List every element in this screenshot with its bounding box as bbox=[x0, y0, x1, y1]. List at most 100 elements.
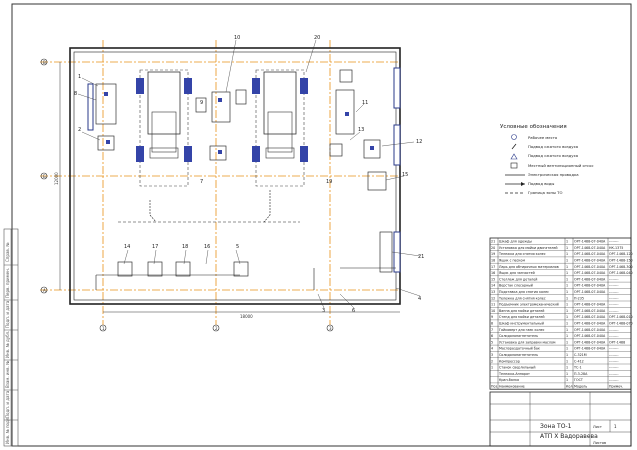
spec-note: ОРГ-1468 bbox=[609, 340, 625, 344]
spec-name: Гайковерт для гаек колес bbox=[499, 328, 545, 332]
spec-pos: 13 bbox=[491, 290, 495, 294]
callout-19: 19 bbox=[326, 179, 332, 185]
technical-drawing: Справ. № Перв. примен. Подп. и дата Инв.… bbox=[3, 3, 633, 447]
spec-qty: 1 bbox=[566, 322, 568, 326]
spec-note: -------- bbox=[609, 372, 619, 376]
margin-label: Подп. и дата bbox=[5, 390, 10, 418]
spec-note: -------- bbox=[609, 284, 619, 288]
spec-pos: 1 bbox=[491, 366, 493, 370]
legend-item: Граница зоны ТО bbox=[528, 190, 562, 195]
utility-lines bbox=[95, 190, 396, 290]
spec-qty: 1 bbox=[566, 334, 568, 338]
spec-name: Установка для мойки двигателей bbox=[499, 246, 558, 250]
spec-note: -------- bbox=[609, 359, 619, 363]
spec-note: -------- bbox=[609, 366, 619, 370]
spec-qty: 1 bbox=[566, 309, 568, 313]
callout-9: 9 bbox=[200, 100, 203, 106]
legend-title: Условные обозначения bbox=[500, 124, 567, 130]
spec-model: ОРГ-1468-07-040А bbox=[574, 328, 606, 332]
legend-item: Подвод сжатого воздуха bbox=[528, 144, 578, 149]
margin-label: Инв. № подл. bbox=[5, 416, 10, 444]
spec-name: Подъемник электромеханический bbox=[499, 303, 559, 307]
spec-qty: 1 bbox=[566, 290, 568, 294]
spec-qty: 1 bbox=[566, 315, 568, 319]
spec-model: П-235 bbox=[574, 296, 584, 300]
sheets-label: Листов bbox=[593, 441, 606, 445]
callout-10: 10 bbox=[234, 35, 240, 41]
service-post-1 bbox=[136, 69, 192, 187]
spec-note: -------- bbox=[609, 353, 619, 357]
margin-label: Взам. инв. № bbox=[5, 361, 10, 388]
legend-item: Подвод воды bbox=[528, 181, 554, 186]
sheet-number: 1 bbox=[614, 424, 617, 429]
callout-7: 7 bbox=[200, 179, 203, 185]
spec-header: Кол. bbox=[566, 385, 574, 389]
spec-pos: 14 bbox=[491, 284, 495, 288]
margin-strip: Справ. № Перв. примен. Подп. и дата Инв.… bbox=[3, 228, 19, 447]
legend-item: Рабочее место bbox=[528, 135, 558, 140]
spec-model: ОРГ-1468-07-040А bbox=[574, 240, 606, 244]
equipment-fills bbox=[104, 92, 374, 154]
margin-label: Справ. № bbox=[5, 243, 10, 262]
callout-8: 8 bbox=[74, 91, 77, 97]
spec-header: Наименование bbox=[499, 385, 525, 389]
callout-18: 18 bbox=[182, 244, 188, 250]
spec-name: Ларь для обтирочных материалов bbox=[499, 265, 559, 269]
spec-model: С-321М bbox=[574, 353, 587, 357]
spec-pos: 2 bbox=[491, 359, 493, 363]
spec-pos: 18 bbox=[491, 259, 495, 263]
spec-model: ОРГ-1468-07-040А bbox=[574, 322, 606, 326]
spec-qty: 1 bbox=[566, 277, 568, 281]
spec-note: -------- bbox=[609, 309, 619, 313]
spec-model: С-412 bbox=[574, 359, 584, 363]
dim-left: 12000 bbox=[54, 172, 59, 185]
spec-qty: 1 bbox=[566, 240, 568, 244]
spec-note: -------- bbox=[609, 303, 619, 307]
spec-model: ОРГ-1468-07-040А bbox=[574, 259, 606, 263]
axis-label-b: Б bbox=[43, 174, 46, 179]
spec-model: ОРГ-1468-07-040А bbox=[574, 290, 606, 294]
spec-qty: 1 bbox=[566, 246, 568, 250]
spec-name: Ящик для запчастей bbox=[499, 271, 535, 275]
callout-5: 5 bbox=[236, 244, 239, 250]
spec-note: ОРГ-1468-010 bbox=[609, 315, 633, 319]
spec-pos: 20 bbox=[491, 246, 495, 250]
spec-header: Поз. bbox=[491, 385, 498, 389]
spec-model: ОРГ-1468-07-040А bbox=[574, 303, 606, 307]
callout-17: 17 bbox=[152, 244, 158, 250]
spec-model: П-3-28А bbox=[574, 372, 588, 376]
callout-15: 15 bbox=[402, 172, 408, 178]
margin-label: Перв. примен. bbox=[5, 268, 10, 298]
spec-pos: 10 bbox=[491, 309, 495, 313]
spec-name: Стеллаж для деталей bbox=[499, 277, 537, 281]
spec-model: ОРГ-1468-07-040А bbox=[574, 340, 606, 344]
spec-qty: 1 bbox=[566, 353, 568, 357]
callout-2: 2 bbox=[78, 127, 81, 133]
callout-3: 3 bbox=[322, 308, 325, 314]
callout-16: 16 bbox=[204, 244, 210, 250]
callout-20: 20 bbox=[314, 35, 320, 41]
spec-qty: 1 bbox=[566, 366, 568, 370]
spec-model: ОРГ-1468-07-040А bbox=[574, 347, 606, 351]
spec-name: Тележка для снятия колес bbox=[498, 252, 546, 256]
sheet-border bbox=[11, 3, 632, 447]
spec-qty: 1 bbox=[566, 303, 568, 307]
spec-qty: 1 bbox=[566, 252, 568, 256]
spec-model: ОРГ-1468-07-040А bbox=[574, 277, 606, 281]
title-block: Зона ТО-1 АТП Х Вадоравева Лист 1 Листов bbox=[489, 391, 632, 447]
spec-note: -------- bbox=[609, 328, 619, 332]
spec-model: ТС-1 bbox=[573, 366, 582, 370]
spec-model: ОРГ-1468-07-040А bbox=[574, 309, 606, 313]
legend-item: Подвод сжатого воздуха bbox=[528, 153, 578, 158]
axis-label-v: В bbox=[43, 60, 46, 65]
spec-model: ОРГ-1468-07-040А bbox=[574, 246, 606, 250]
spec-name: Станок сверлильный bbox=[499, 366, 536, 370]
spec-pos: 5 bbox=[491, 340, 493, 344]
equipment bbox=[95, 69, 393, 277]
title-line-1: Зона ТО-1 bbox=[540, 423, 572, 430]
spec-note: ОРГ-1468-120 bbox=[609, 252, 633, 256]
spec-qty: 1 bbox=[566, 259, 568, 263]
spec-pos: 3 bbox=[491, 353, 493, 357]
spec-model: ОРГ-1468-07-040А bbox=[574, 265, 606, 269]
spec-pos: 7 bbox=[491, 328, 493, 332]
